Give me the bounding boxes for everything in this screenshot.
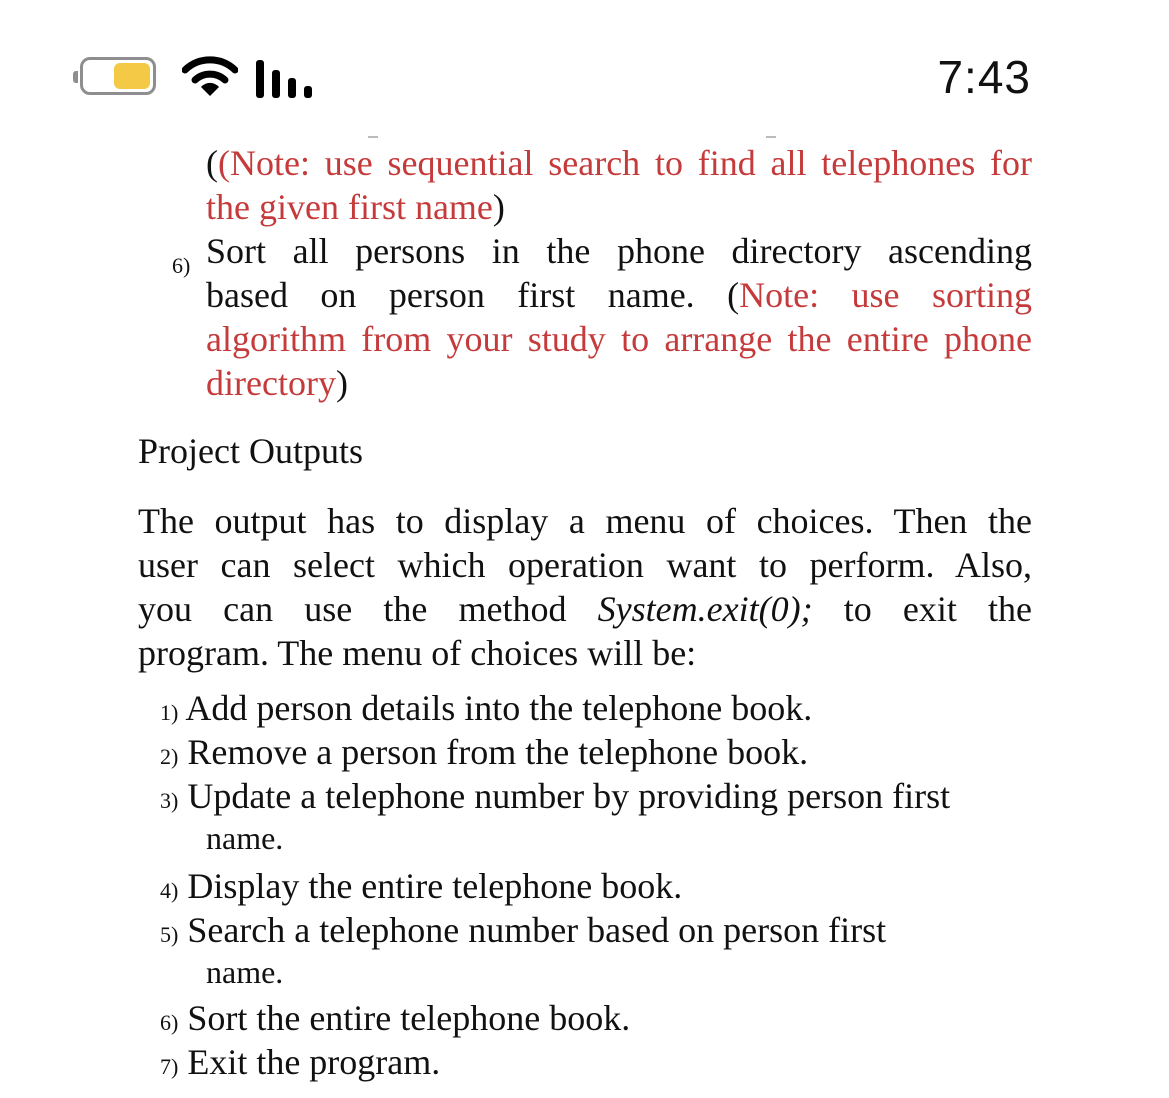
- battery-icon: [73, 57, 156, 95]
- item6-line4: directory): [206, 362, 348, 404]
- item6-line2: based on person first name. (Note: use s…: [206, 274, 1032, 316]
- cellular-signal-icon: [256, 58, 316, 98]
- item6-line1: Sort all persons in the phone directory …: [206, 231, 1032, 271]
- divider-mark: [368, 136, 378, 138]
- note-item5-line2: the given first name): [206, 186, 505, 228]
- note-text: Note: use sorting: [739, 275, 1032, 315]
- divider-mark: [766, 136, 776, 138]
- note-close-paren: ): [492, 187, 505, 227]
- item6-line3: algorithm from your study to arrange the…: [206, 319, 1032, 359]
- menu-item: 2) Remove a person from the telephone bo…: [160, 732, 809, 772]
- paragraph-line: you can use the method System.exit(0); t…: [138, 589, 1032, 629]
- paragraph-line: program. The menu of choices will be:: [138, 633, 697, 673]
- note-close-paren: ): [335, 363, 348, 403]
- menu-item-continuation: name.: [206, 954, 284, 990]
- paragraph-line: The output has to display a menu of choi…: [138, 501, 1032, 541]
- item6-text: based on person first name. (: [206, 275, 740, 315]
- clock-time: 7:43: [937, 51, 1031, 103]
- menu-item: 5) Search a telephone number based on pe…: [160, 910, 887, 950]
- note-text: directory: [206, 363, 336, 403]
- wifi-icon: [182, 56, 238, 96]
- menu-item: 3) Update a telephone number by providin…: [160, 776, 951, 816]
- note-item5: ((Note: use sequential search to find al…: [206, 143, 1032, 183]
- menu-item: 6) Sort the entire telephone book.: [160, 998, 631, 1038]
- paragraph-line: user can select which operation want to …: [138, 545, 1032, 585]
- menu-item: 1) Add person details into the telephone…: [160, 688, 813, 728]
- status-bar: 7:43: [0, 0, 1169, 120]
- note-text: (Note: use sequential search to find all…: [218, 143, 1032, 183]
- code-snippet: System.exit(0);: [597, 589, 813, 629]
- note-text: the given first name: [206, 187, 493, 227]
- menu-item: 4) Display the entire telephone book.: [160, 866, 683, 906]
- menu-item-continuation: name.: [206, 820, 284, 856]
- section-heading: Project Outputs: [138, 431, 363, 471]
- menu-item: 7) Exit the program.: [160, 1042, 441, 1082]
- item6-number: 6): [172, 253, 191, 278]
